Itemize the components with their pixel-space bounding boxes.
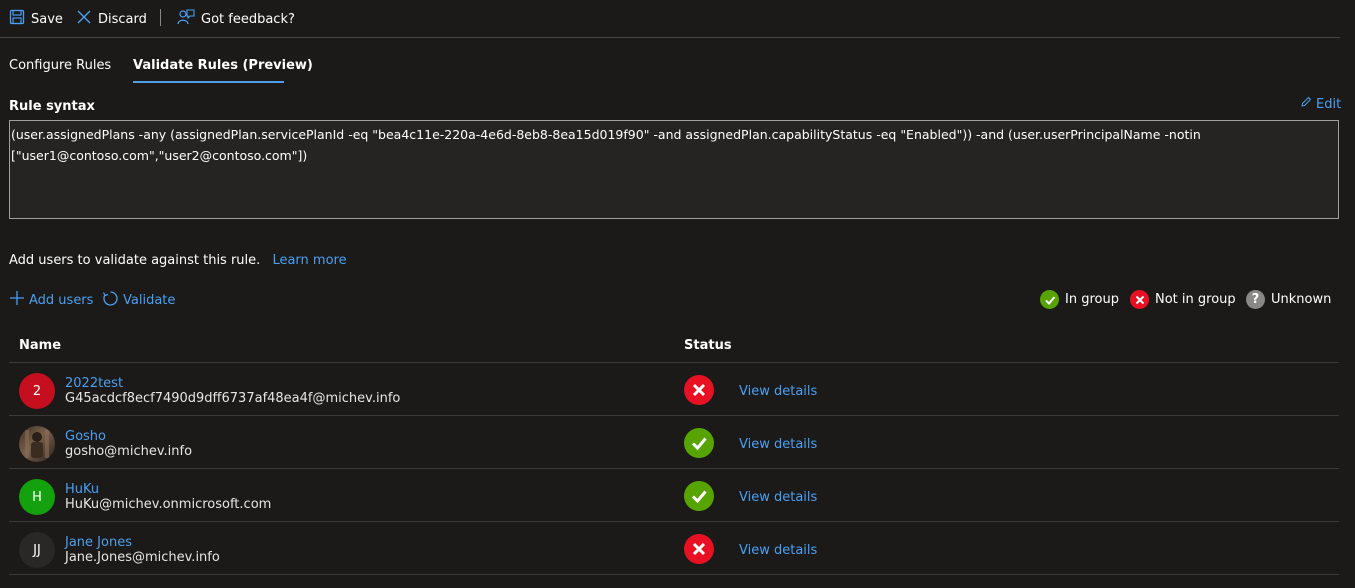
table-row: 2 2022test G45acdcf8ecf7490d9dff6737af48ea… [0,363,1340,416]
save-label: Save [31,11,63,27]
legend-unknown: ? Unknown [1246,290,1331,309]
rule-syntax-textbox[interactable]: (user.assignedPlans -any (assignedPlan.s… [9,120,1339,219]
plus-icon [9,290,25,310]
checkmark-icon [1040,290,1059,309]
error-icon [1130,290,1149,309]
error-icon [684,534,714,564]
legend-in-group: In group [1040,290,1119,309]
validate-button[interactable]: Validate [102,290,175,311]
edit-label: Edit [1316,96,1342,112]
view-details-link[interactable]: View details [739,490,817,505]
feedback-label: Got feedback? [201,11,295,27]
save-button[interactable]: Save [9,9,63,29]
command-bar: Save Discard Got feedback? [0,0,1340,38]
column-header-name[interactable]: Name [19,338,61,353]
legend-in-group-label: In group [1065,292,1119,307]
question-icon: ? [1246,290,1265,309]
user-email: G45acdcf8ecf7490d9dff6737af48ea4f@michev… [65,391,401,406]
legend-unknown-label: Unknown [1271,292,1332,307]
validate-label: Validate [123,293,176,308]
checkmark-icon [684,428,714,458]
user-name-link[interactable]: Jane Jones [65,535,132,550]
table-row: JJ Jane Jones Jane.Jones@michev.info View d… [0,522,1340,575]
tab-validate-rules[interactable]: Validate Rules (Preview) [133,58,313,73]
avatar: 2 [19,373,55,409]
checkmark-icon [684,481,714,511]
save-icon [9,9,25,29]
avatar-initials: JJ [33,542,41,558]
view-details-link[interactable]: View details [739,384,817,399]
validate-intro: Add users to validate against this rule.… [9,253,347,268]
avatar [19,426,55,462]
toolbar-divider [160,9,161,26]
table-row: Gosho gosho@michev.info View details [0,416,1340,469]
legend-not-in-group-label: Not in group [1155,292,1236,307]
discard-label: Discard [98,11,147,27]
user-name-link[interactable]: Gosho [65,429,106,444]
table-row: H HuKu HuKu@michev.onmicrosoft.com View det… [0,469,1340,522]
feedback-icon [177,9,195,29]
column-header-status[interactable]: Status [684,338,732,353]
add-users-button[interactable]: Add users [9,290,93,310]
edit-rule-button[interactable]: Edit [1300,96,1341,112]
view-details-link[interactable]: View details [739,543,817,558]
error-icon [684,375,714,405]
avatar-initials: 2 [32,383,42,399]
row-divider [9,574,1339,575]
legend-not-in-group: Not in group [1130,290,1236,309]
pencil-icon [1300,96,1312,112]
user-email: HuKu@michev.onmicrosoft.com [65,497,272,512]
feedback-button[interactable]: Got feedback? [177,9,295,29]
learn-more-link[interactable]: Learn more [272,253,346,268]
add-users-label: Add users [29,292,94,308]
view-details-link[interactable]: View details [739,437,817,452]
user-email: gosho@michev.info [65,444,193,459]
refresh-icon [102,290,119,311]
avatar-initials: H [32,489,42,505]
active-tab-indicator [133,81,284,83]
avatar: H [19,479,55,515]
tab-configure-rules[interactable]: Configure Rules [9,58,111,73]
discard-button[interactable]: Discard [76,9,147,29]
avatar: JJ [19,532,55,568]
user-email: Jane.Jones@michev.info [65,550,220,565]
rule-syntax-heading: Rule syntax [9,99,95,114]
user-name-link[interactable]: 2022test [65,376,123,391]
validate-intro-text: Add users to validate against this rule. [9,253,261,268]
user-name-link[interactable]: HuKu [65,482,99,497]
close-icon [76,9,92,29]
